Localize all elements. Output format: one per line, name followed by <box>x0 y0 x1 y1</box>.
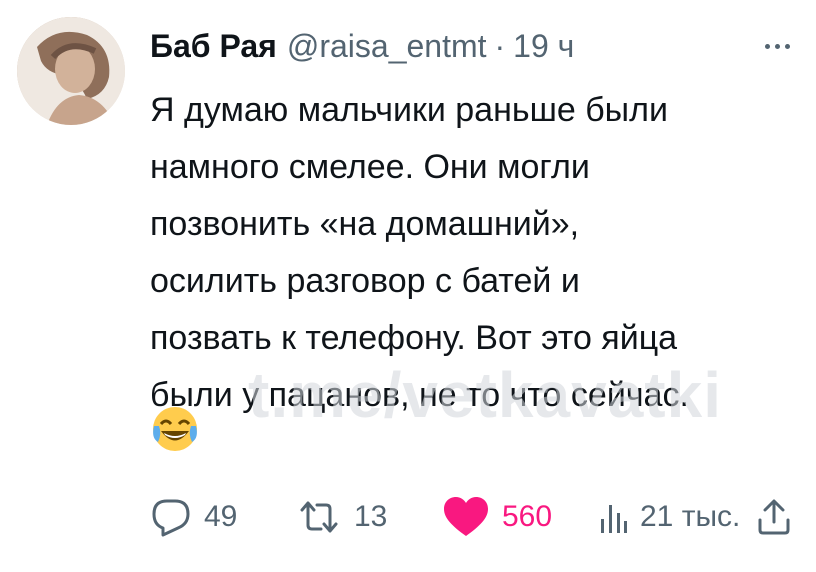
more-icon <box>765 43 770 49</box>
author-handle[interactable]: @raisa_entmt <box>287 28 487 65</box>
reply-button[interactable]: 49 <box>150 495 237 539</box>
reply-count: 49 <box>204 500 238 533</box>
tweet-text-line: Я думаю мальчики раньше были <box>150 91 668 129</box>
retweet-button[interactable]: 13 <box>296 495 387 539</box>
timestamp[interactable]: 19 ч <box>513 28 574 65</box>
action-bar: 49 13 560 21 тыс. <box>150 495 800 539</box>
views-button[interactable]: 21 тыс. <box>598 495 740 539</box>
tweet-text-line: позвать к телефону. Вот это яйца <box>150 319 678 357</box>
tweet-text-line: позвонить «на домашний», <box>150 205 580 243</box>
heart-icon <box>444 497 488 536</box>
share-button[interactable] <box>756 495 792 539</box>
author-name[interactable]: Баб Рая <box>150 28 277 65</box>
retweet-count: 13 <box>354 500 388 533</box>
tweet-text-line: намного смелее. Они могли <box>150 148 590 186</box>
like-count: 560 <box>502 500 553 533</box>
retweet-icon <box>300 501 338 533</box>
like-button[interactable]: 560 <box>442 495 552 539</box>
tweet-text-line: были у пацанов, не то что сейчас. <box>150 376 689 414</box>
avatar-photo <box>17 17 125 125</box>
share-icon <box>758 499 790 535</box>
avatar[interactable] <box>17 17 125 125</box>
views-icon <box>601 505 627 533</box>
tweet-text: Я думаю мальчики раньше были намного сме… <box>150 82 790 424</box>
laughing-emoji-icon <box>150 404 200 454</box>
separator-dot: · <box>494 27 506 64</box>
tweet-text-line: осилить разговор с батей и <box>150 262 580 300</box>
tweet-header: Баб Рая @raisa_entmt · 19 ч <box>150 26 790 66</box>
views-count: 21 тыс. <box>640 500 741 533</box>
reply-icon <box>152 499 190 537</box>
more-options-button[interactable] <box>765 26 790 66</box>
